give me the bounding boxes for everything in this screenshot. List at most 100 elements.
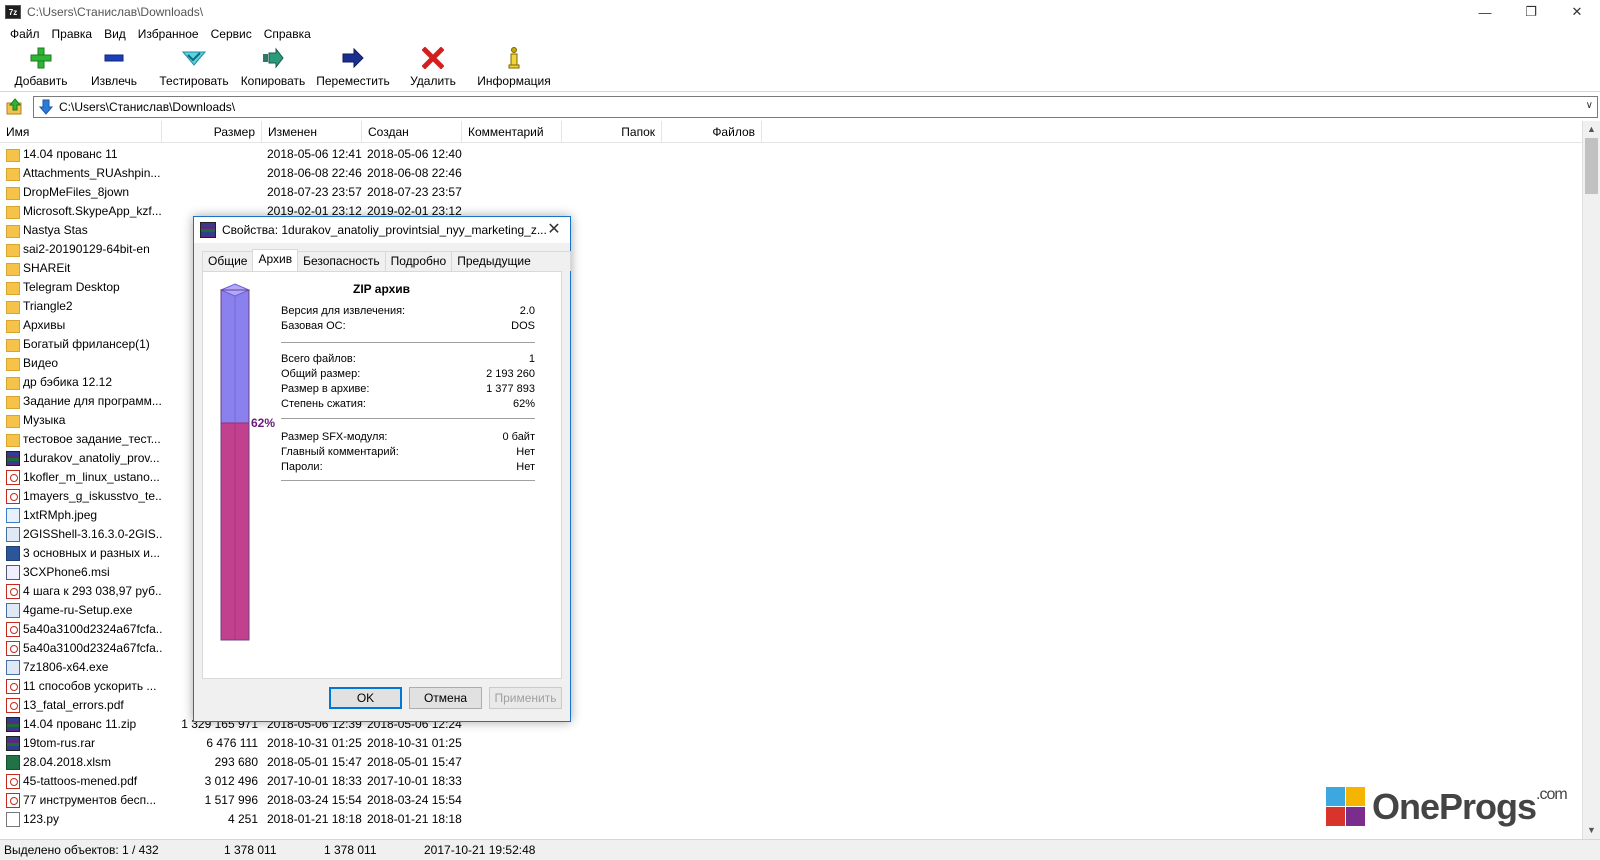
ok-button[interactable]: OK — [329, 687, 402, 709]
file-name: 5a40a3100d2324a67fcfa... — [23, 641, 162, 655]
menu-edit[interactable]: Правка — [46, 27, 99, 41]
extract-button[interactable]: Извлечь — [74, 44, 154, 90]
column-modified[interactable]: Изменен — [262, 121, 362, 143]
minimize-icon[interactable]: — — [1462, 0, 1508, 24]
table-row[interactable]: 28.04.2018.xlsm 293 680 2018-05-01 15:47 20… — [0, 753, 1582, 772]
menu-favorites[interactable]: Избранное — [132, 27, 205, 41]
check-icon — [182, 46, 206, 70]
menu-file[interactable]: Файл — [4, 27, 46, 41]
separator — [281, 480, 535, 481]
up-folder-button[interactable] — [4, 96, 26, 118]
file-name: 14.04 прованс 11 — [23, 147, 118, 161]
file-name: Triangle2 — [23, 299, 73, 313]
tab-details[interactable]: Подробно — [384, 251, 453, 271]
menu-tools[interactable]: Сервис — [205, 27, 258, 41]
dialog-close-icon[interactable]: ✕ — [544, 219, 564, 239]
table-row[interactable]: 19tom-rus.rar 6 476 111 2018-10-31 01:25 20… — [0, 734, 1582, 753]
file-name-cell: 5a40a3100d2324a67fcfa... — [6, 620, 162, 639]
file-name: тестовое задание_тест... — [23, 432, 161, 446]
tab-archive[interactable]: Архив — [252, 249, 299, 271]
add-button[interactable]: Добавить — [8, 44, 74, 90]
file-name: 1kofler_m_linux_ustano... — [23, 470, 160, 484]
file-name: 19tom-rus.rar — [23, 736, 96, 750]
file-size — [162, 145, 258, 164]
file-name-cell: 4 шага к 293 038,97 руб... — [6, 582, 162, 601]
file-size: 4 251 — [227, 812, 258, 826]
vertical-scrollbar[interactable]: ▲ ▼ — [1582, 121, 1600, 839]
property-value: Нет — [516, 461, 535, 473]
tab-general[interactable]: Общие — [202, 251, 254, 271]
file-name-cell: Богатый фрилансер(1) — [6, 335, 162, 354]
table-row[interactable]: DropMeFiles_8jown 2018-07-23 23:57 2018-07… — [0, 183, 1582, 202]
property-key: Общий размер: — [281, 368, 361, 380]
property-key: Всего файлов: — [281, 353, 356, 365]
file-name-cell: 7z1806-x64.exe — [6, 658, 162, 677]
property-row: Главный комментарий: Нет — [281, 445, 535, 460]
apply-button[interactable]: Применить — [489, 687, 562, 709]
compression-ratio-bar — [217, 282, 257, 642]
folder-icon — [6, 167, 20, 181]
property-row: Базовая ОС: DOS — [281, 319, 535, 334]
tab-previous-versions[interactable]: Предыдущие версии — [451, 251, 571, 286]
property-key: Размер в архиве: — [281, 383, 370, 395]
tab-security[interactable]: Безопасность — [297, 251, 386, 271]
file-name-cell: 4game-ru-Setup.exe — [6, 601, 162, 620]
file-created: 2018-03-24 15:54 — [367, 793, 462, 807]
path-input[interactable]: C:\Users\Станислав\Downloads\ ∨ — [33, 96, 1598, 118]
pdf-icon — [6, 470, 20, 485]
scroll-down-icon[interactable]: ▼ — [1583, 822, 1600, 839]
column-name[interactable]: Имя — [0, 121, 162, 143]
chevron-down-icon[interactable]: ∨ — [1586, 100, 1593, 111]
column-folders[interactable]: Папок — [562, 121, 662, 143]
scroll-up-icon[interactable]: ▲ — [1583, 121, 1600, 138]
column-size[interactable]: Размер — [162, 121, 262, 143]
copy-button[interactable]: Копировать — [234, 44, 312, 90]
cancel-button[interactable]: Отмена — [409, 687, 482, 709]
file-name-cell: SHAREit — [6, 259, 162, 278]
folder-icon — [6, 395, 20, 409]
menu-view[interactable]: Вид — [98, 27, 132, 41]
file-modified: 2018-05-01 15:47 — [267, 755, 362, 769]
folder-icon — [6, 376, 20, 390]
column-files[interactable]: Файлов — [662, 121, 762, 143]
status-bar: Выделено объектов: 1 / 432 1 378 011 1 3… — [0, 839, 1600, 860]
pdf-icon — [6, 774, 20, 789]
folder-icon — [6, 338, 20, 352]
column-comment[interactable]: Комментарий — [462, 121, 562, 143]
file-name: 7z1806-x64.exe — [23, 660, 109, 674]
table-row[interactable]: 14.04 прованс 11 2018-05-06 12:41 2018-05-… — [0, 145, 1582, 164]
excel-icon — [6, 755, 20, 770]
address-bar: C:\Users\Станислав\Downloads\ ∨ — [0, 95, 1600, 119]
folder-icon — [6, 357, 20, 371]
column-created[interactable]: Создан — [362, 121, 462, 143]
file-name-cell: 14.04 прованс 11 — [6, 145, 162, 164]
file-name-cell: 123.py — [6, 810, 162, 829]
dialog-title-bar: Свойства: 1durakov_anatoliy_provintsial_… — [194, 217, 570, 243]
info-button[interactable]: Информация — [472, 44, 556, 90]
file-name-cell: Telegram Desktop — [6, 278, 162, 297]
file-name-cell: Microsoft.SkypeApp_kzf... — [6, 202, 162, 221]
file-name-cell: 1mayers_g_iskusstvo_te... — [6, 487, 162, 506]
move-button[interactable]: Переместить — [312, 44, 394, 90]
file-size — [162, 164, 258, 183]
ratio-bar-graphic — [219, 283, 251, 641]
msi-icon — [6, 565, 20, 580]
file-name-cell: Attachments_RUAshpin... — [6, 164, 162, 183]
close-icon[interactable]: ✕ — [1554, 0, 1600, 24]
scroll-thumb[interactable] — [1585, 138, 1598, 194]
test-button[interactable]: Тестировать — [154, 44, 234, 90]
delete-button[interactable]: Удалить — [394, 44, 472, 90]
file-name-cell: 3 основных и разных и... — [6, 544, 162, 563]
menu-help[interactable]: Справка — [258, 27, 317, 41]
folder-icon — [6, 262, 20, 276]
table-row[interactable]: Attachments_RUAshpin... 2018-06-08 22:46 2… — [0, 164, 1582, 183]
folder-icon — [6, 243, 20, 257]
file-name: 3 основных и разных и... — [23, 546, 160, 560]
file-modified: 2018-07-23 23:57 — [267, 185, 362, 199]
restore-icon[interactable]: ❐ — [1508, 0, 1554, 24]
info-label: Информация — [477, 74, 551, 88]
word-icon — [6, 546, 20, 561]
watermark-suffix: .com — [1536, 786, 1568, 803]
file-modified: 2018-10-31 01:25 — [267, 736, 362, 750]
file-name: Nastya Stas — [23, 223, 88, 237]
